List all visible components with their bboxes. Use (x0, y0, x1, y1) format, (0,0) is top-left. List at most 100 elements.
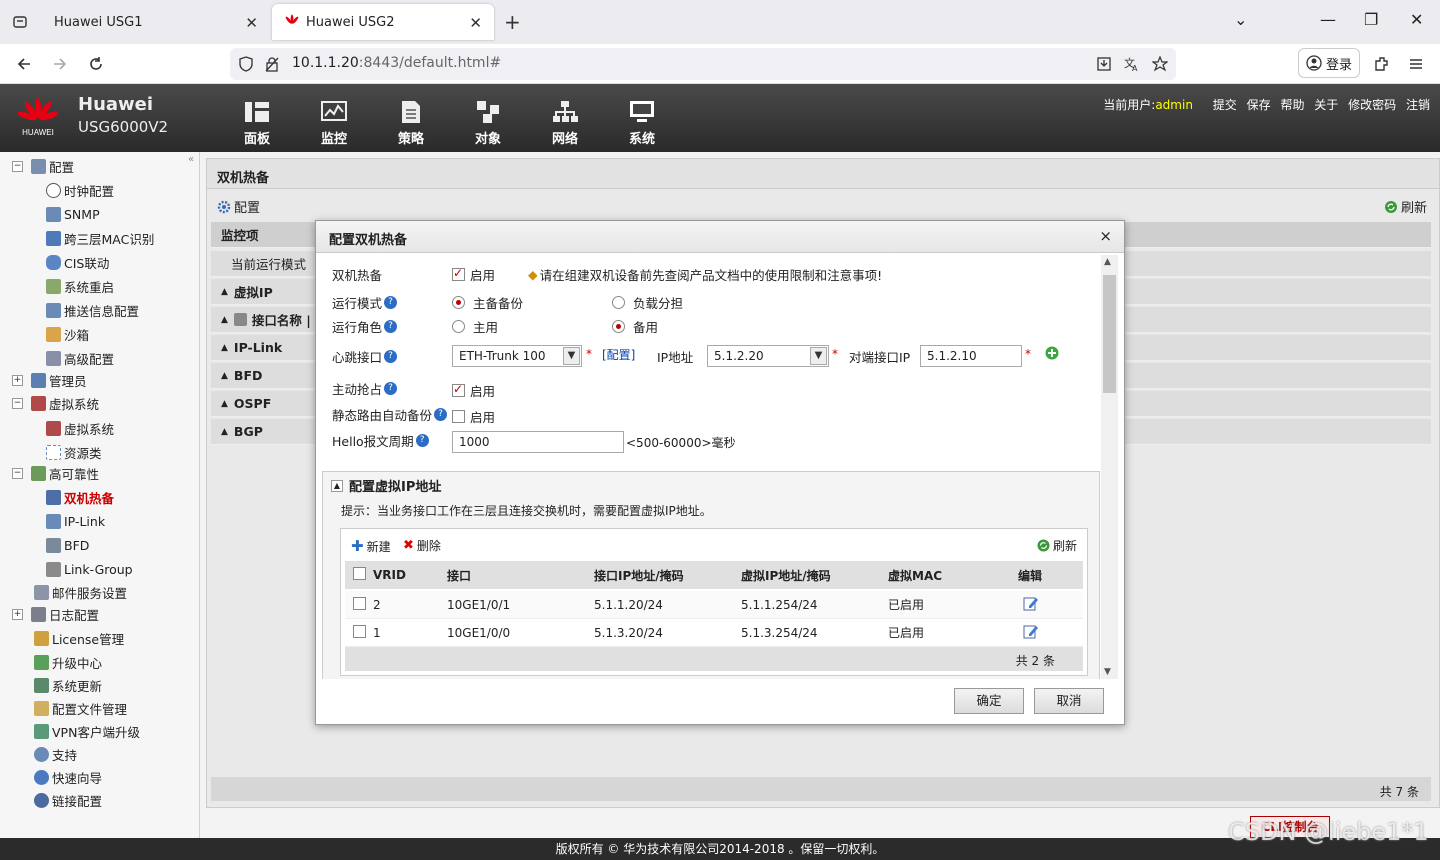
sidebar-item-cis[interactable]: CIS联动 (0, 251, 109, 273)
forward-icon[interactable] (50, 54, 70, 74)
cancel-button[interactable]: 取消 (1034, 688, 1104, 714)
table-row[interactable]: 2 10GE1/0/1 5.1.1.20/24 5.1.1.254/24 已启用 (345, 591, 1083, 619)
sidebar-item-config-file[interactable]: 配置文件管理 (0, 697, 127, 719)
menu-network[interactable]: 网络 (540, 100, 590, 147)
bookmark-star-icon[interactable] (1150, 54, 1170, 74)
scroll-thumb[interactable] (1103, 275, 1116, 393)
help-icon[interactable]: ? (384, 320, 398, 333)
browser-menu-icon[interactable] (1406, 54, 1426, 74)
expand-icon[interactable]: + (12, 608, 23, 620)
heartbeat-interface-select[interactable]: ETH-Trunk 100 ▼ (452, 345, 582, 367)
tab-list-icon[interactable] (8, 10, 32, 34)
sidebar-item-hot-standby[interactable]: 双机热备 (0, 486, 114, 508)
row-checkbox[interactable] (353, 596, 371, 613)
sidebar-item-iplink[interactable]: IP-Link (0, 510, 105, 532)
sidebar-item-mac[interactable]: 跨三层MAC识别 (0, 227, 154, 249)
sidebar-item-vsys-sub[interactable]: 虚拟系统 (0, 417, 114, 439)
sidebar-item-update[interactable]: 系统更新 (0, 674, 102, 696)
sidebar-item-vpn[interactable]: VPN客户端升级 (0, 720, 140, 742)
add-peer-icon[interactable] (1045, 346, 1059, 360)
new-button[interactable]: ✚ 新建 (351, 537, 391, 555)
sidebar-item-linkgroup[interactable]: Link-Group (0, 558, 133, 580)
about-link[interactable]: 关于 (1314, 98, 1338, 112)
ip-address-select[interactable]: 5.1.2.20 ▼ (707, 345, 829, 367)
tab-dropdown-icon[interactable]: ⌄ (1234, 10, 1247, 29)
sidebar-item-mail[interactable]: 邮件服务设置 (0, 581, 127, 603)
new-tab-icon[interactable]: + (504, 10, 521, 34)
collapse-icon[interactable]: − (12, 467, 23, 479)
chevron-down-icon[interactable]: ▼ (810, 347, 827, 365)
sidebar-item-license[interactable]: License管理 (0, 627, 124, 649)
sidebar-item-advanced[interactable]: 高级配置 (0, 347, 114, 369)
hot-standby-enable-checkbox[interactable]: 启用 (452, 265, 495, 284)
select-all-checkbox[interactable] (353, 567, 371, 583)
triangle-icon[interactable]: ▲ (221, 315, 228, 325)
menu-monitor[interactable]: 监控 (309, 100, 359, 147)
edit-icon[interactable] (1023, 623, 1039, 639)
virtual-ip-panel-header[interactable]: ▲ 配置虚拟IP地址 (331, 476, 441, 495)
configure-link[interactable]: [配置] (602, 346, 635, 363)
sidebar-item-clock[interactable]: 时钟配置 (0, 179, 114, 201)
install-app-icon[interactable] (1094, 54, 1114, 74)
close-window-icon[interactable]: ✕ (1410, 10, 1423, 29)
triangle-icon[interactable]: ▲ (221, 427, 228, 437)
save-link[interactable]: 保存 (1247, 98, 1271, 112)
col-interface[interactable]: 接口 (447, 567, 471, 584)
sidebar-item-sandbox[interactable]: 沙箱 (0, 323, 89, 345)
triangle-icon[interactable]: ▲ (221, 343, 228, 353)
sidebar-item-reboot[interactable]: 系统重启 (0, 275, 114, 297)
collapse-icon[interactable]: − (12, 160, 23, 172)
collapse-panel-icon[interactable]: ▲ (331, 479, 343, 492)
triangle-icon[interactable]: ▲ (221, 399, 228, 409)
col-virtual-mac[interactable]: 虚拟MAC (888, 567, 942, 584)
help-link[interactable]: 帮助 (1280, 98, 1304, 112)
sidebar-item-support[interactable]: 支持 (0, 743, 77, 765)
reload-icon[interactable] (86, 54, 106, 74)
role-active-radio[interactable]: 主用 (452, 317, 498, 336)
peer-ip-input[interactable]: 5.1.2.10 (920, 345, 1022, 367)
login-button[interactable]: 登录 (1298, 48, 1360, 78)
sidebar-item-snmp[interactable]: SNMP (0, 203, 100, 225)
config-button[interactable]: 配置 (217, 197, 260, 216)
sidebar-item-push[interactable]: 推送信息配置 (0, 299, 139, 321)
delete-button[interactable]: ✖ 删除 (403, 537, 441, 554)
sidebar-item-ha[interactable]: − 高可靠性 (0, 462, 99, 484)
hello-interval-input[interactable]: 1000 (452, 431, 624, 453)
sidebar-item-vsys[interactable]: − 虚拟系统 (0, 392, 99, 414)
sidebar-item-log[interactable]: + 日志配置 (0, 603, 99, 625)
role-standby-radio[interactable]: 备用 (612, 317, 658, 336)
submit-link[interactable]: 提交 (1213, 98, 1237, 112)
sidebar-item-resource[interactable]: 资源类 (0, 441, 102, 463)
sidebar-item-link-config[interactable]: 链接配置 (0, 789, 102, 811)
chevron-down-icon[interactable]: ▼ (563, 347, 580, 365)
minimize-icon[interactable]: — (1320, 10, 1336, 29)
maximize-icon[interactable]: ❐ (1364, 10, 1378, 29)
close-dialog-icon[interactable]: × (1099, 227, 1112, 245)
menu-policy[interactable]: 策略 (386, 100, 436, 147)
close-tab-icon[interactable]: ✕ (245, 14, 258, 32)
lock-warning-icon[interactable] (262, 54, 282, 74)
menu-system[interactable]: 系统 (617, 100, 667, 147)
static-route-enable-checkbox[interactable]: 启用 (452, 407, 495, 426)
help-icon[interactable]: ? (384, 296, 398, 309)
row-checkbox[interactable] (353, 624, 371, 641)
sidebar-item-config[interactable]: − 配置 (0, 155, 74, 177)
collapse-icon[interactable]: − (12, 397, 23, 409)
sidebar-item-upgrade[interactable]: 升级中心 (0, 651, 102, 673)
help-icon[interactable]: ? (434, 408, 448, 421)
tab-huawei-usg2[interactable]: Huawei USG2 ✕ (272, 4, 494, 40)
scroll-down-icon[interactable]: ▼ (1104, 667, 1111, 677)
extensions-icon[interactable] (1372, 54, 1392, 74)
run-mode-load-share-radio[interactable]: 负载分担 (612, 293, 683, 312)
help-icon[interactable]: ? (384, 382, 398, 395)
col-vrid[interactable]: VRID (373, 568, 406, 582)
address-bar[interactable]: 10.1.1.20:8443/default.html# 文A (230, 48, 1176, 80)
triangle-icon[interactable]: ▲ (221, 371, 228, 381)
sidebar-item-admin[interactable]: + 管理员 (0, 369, 87, 391)
tab-huawei-usg1[interactable]: Huawei USG1 ✕ (42, 4, 270, 40)
edit-icon[interactable] (1023, 595, 1039, 611)
logout-link[interactable]: 注销 (1406, 98, 1430, 112)
shield-icon[interactable] (236, 54, 256, 74)
collapse-sidebar-icon[interactable]: « (188, 154, 194, 165)
col-virtual-ip[interactable]: 虚拟IP地址/掩码 (741, 567, 831, 584)
